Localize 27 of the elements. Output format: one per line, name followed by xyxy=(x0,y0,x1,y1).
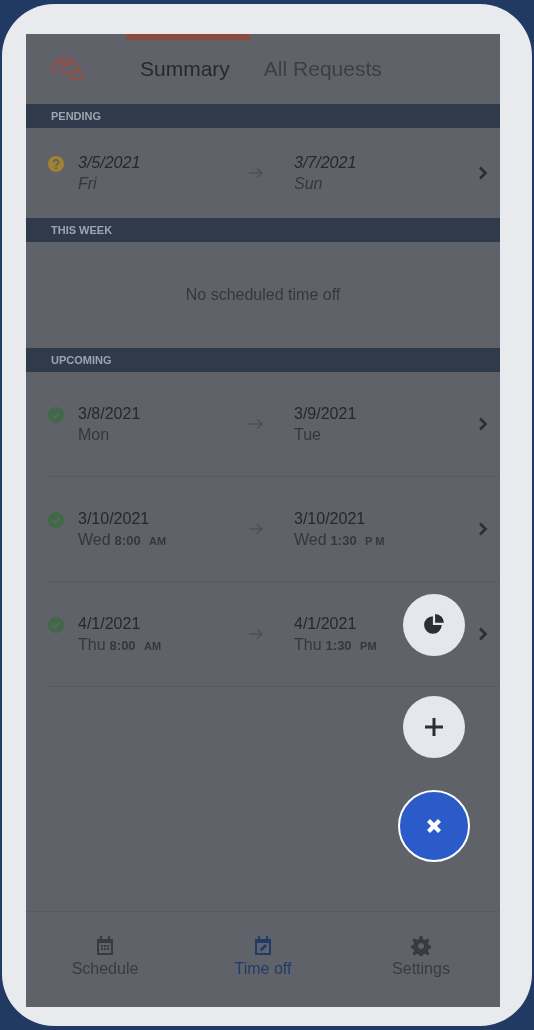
section-title: THIS WEEK xyxy=(51,224,113,236)
calendar-icon xyxy=(95,936,115,956)
end-date: 3/7/2021 xyxy=(294,153,357,172)
start-date: 3/5/2021 xyxy=(78,153,141,172)
plus-icon xyxy=(424,717,444,737)
cloud-logo-icon xyxy=(50,56,86,82)
check-icon xyxy=(48,617,64,633)
calendar-edit-icon xyxy=(253,936,273,956)
chevron-right-icon[interactable] xyxy=(478,522,488,536)
chevron-right-icon[interactable] xyxy=(478,417,488,431)
end-date: 3/9/2021 xyxy=(294,404,357,423)
nav-tab[interactable]: Time off xyxy=(184,912,342,1007)
check-icon xyxy=(48,407,64,423)
chevron-right-icon[interactable] xyxy=(478,627,488,641)
start-date: 3/10/2021 xyxy=(78,509,150,528)
tab[interactable]: Summary xyxy=(126,34,250,104)
section-title: UPCOMING xyxy=(51,354,112,366)
section-title: PENDING xyxy=(51,110,102,122)
end-date: 4/1/2021 xyxy=(294,614,357,633)
start-date: 4/1/2021 xyxy=(78,614,141,633)
settings-icon xyxy=(411,936,431,956)
question-icon xyxy=(48,156,64,172)
check-icon xyxy=(48,512,64,528)
pie-chart-icon xyxy=(423,614,445,636)
end-date: 3/10/2021 xyxy=(294,509,366,528)
start-date: 3/8/2021 xyxy=(78,404,141,423)
chevron-right-icon[interactable] xyxy=(478,166,488,180)
